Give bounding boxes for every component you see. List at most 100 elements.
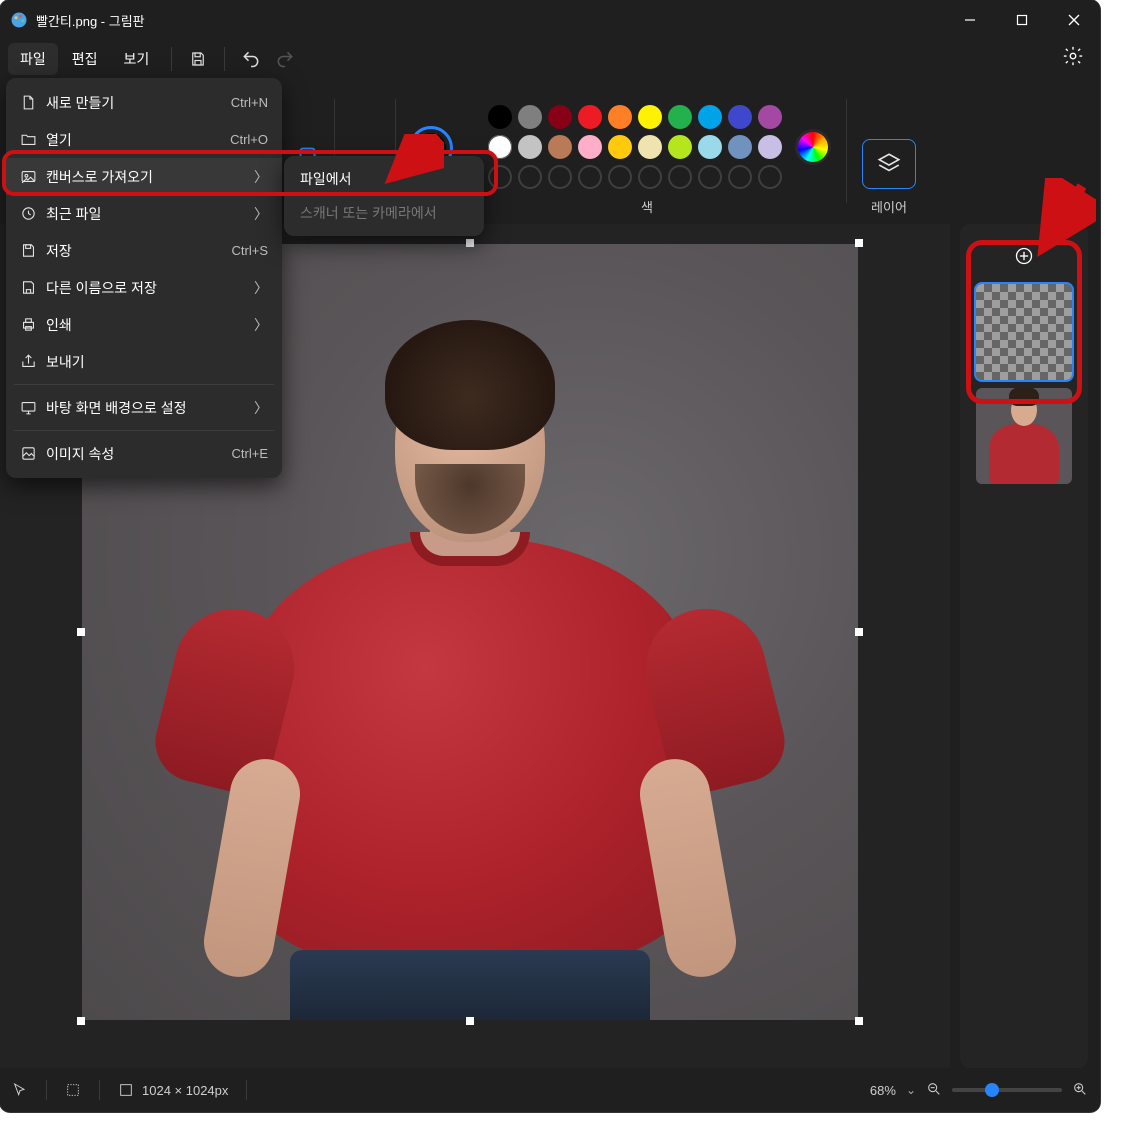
palette-swatch[interactable] bbox=[608, 135, 632, 159]
palette-empty-swatch[interactable] bbox=[728, 165, 752, 189]
zoom-out-button[interactable] bbox=[926, 1081, 942, 1100]
canvas-dimensions: 1024 × 1024px bbox=[118, 1082, 228, 1098]
redo-button[interactable] bbox=[269, 43, 301, 75]
menu-recent-label: 최근 파일 bbox=[46, 204, 254, 224]
palette-empty-swatch[interactable] bbox=[548, 165, 572, 189]
palette-swatch[interactable] bbox=[698, 135, 722, 159]
palette-swatch[interactable] bbox=[758, 135, 782, 159]
save-as-icon bbox=[20, 279, 46, 296]
palette-swatch[interactable] bbox=[758, 105, 782, 129]
settings-button[interactable] bbox=[1062, 45, 1084, 73]
palette-swatch[interactable] bbox=[668, 135, 692, 159]
resize-handle[interactable] bbox=[466, 239, 474, 247]
palette-empty-swatch[interactable] bbox=[638, 165, 662, 189]
close-button[interactable] bbox=[1048, 0, 1100, 40]
import-submenu: 파일에서 스캐너 또는 카메라에서 bbox=[284, 156, 484, 236]
menu-set-wallpaper[interactable]: 바탕 화면 배경으로 설정 〉 bbox=[6, 389, 282, 426]
palette-swatch[interactable] bbox=[728, 105, 752, 129]
submenu-from-scanner: 스캐너 또는 카메라에서 bbox=[284, 196, 484, 230]
layers-panel bbox=[960, 224, 1088, 1068]
undo-button[interactable] bbox=[235, 43, 267, 75]
colors-label: 색 bbox=[641, 197, 653, 216]
palette-empty-swatch[interactable] bbox=[518, 165, 542, 189]
layers-button[interactable] bbox=[862, 139, 916, 189]
palette-empty-swatch[interactable] bbox=[698, 165, 722, 189]
resize-handle[interactable] bbox=[77, 1017, 85, 1025]
palette-swatch[interactable] bbox=[638, 135, 662, 159]
window-title: 빨간티.png - 그림판 bbox=[36, 11, 145, 30]
palette-swatch[interactable] bbox=[518, 135, 542, 159]
separator bbox=[46, 1080, 47, 1100]
palette-empty-swatch[interactable] bbox=[758, 165, 782, 189]
menu-print[interactable]: 인쇄 〉 bbox=[6, 306, 282, 343]
layer-thumbnail-photo[interactable] bbox=[976, 388, 1072, 484]
zoom-value: 68% bbox=[870, 1083, 896, 1098]
menu-open[interactable]: 열기 Ctrl+O bbox=[6, 121, 282, 158]
resize-handle[interactable] bbox=[466, 1017, 474, 1025]
menu-recent-files[interactable]: 최근 파일 〉 bbox=[6, 195, 282, 232]
menu-save-label: 저장 bbox=[46, 241, 232, 261]
window-controls bbox=[944, 0, 1100, 40]
file-icon bbox=[20, 94, 46, 111]
palette-swatch[interactable] bbox=[548, 105, 572, 129]
palette-swatch[interactable] bbox=[488, 105, 512, 129]
palette-swatch[interactable] bbox=[578, 135, 602, 159]
app-window: 빨간티.png - 그림판 파일 편집 보기 bbox=[0, 0, 1100, 1112]
submenu-from-scanner-label: 스캐너 또는 카메라에서 bbox=[300, 203, 437, 223]
submenu-from-file[interactable]: 파일에서 bbox=[284, 162, 484, 196]
palette-swatch[interactable] bbox=[638, 105, 662, 129]
palette-swatch[interactable] bbox=[548, 135, 572, 159]
titlebar: 빨간티.png - 그림판 bbox=[0, 0, 1100, 40]
zoom-slider-thumb[interactable] bbox=[985, 1083, 999, 1097]
palette-swatch[interactable] bbox=[698, 105, 722, 129]
minimize-button[interactable] bbox=[944, 0, 996, 40]
save-quick-button[interactable] bbox=[182, 43, 214, 75]
menu-export-label: 보내기 bbox=[46, 352, 268, 372]
menu-view[interactable]: 보기 bbox=[112, 43, 162, 75]
palette-empty-swatch[interactable] bbox=[608, 165, 632, 189]
layer-thumbnail-transparent[interactable] bbox=[976, 284, 1072, 380]
menu-save[interactable]: 저장 Ctrl+S bbox=[6, 232, 282, 269]
desktop-icon bbox=[20, 399, 46, 416]
color-palette bbox=[488, 105, 782, 189]
menu-export[interactable]: 보내기 bbox=[6, 343, 282, 380]
palette-swatch[interactable] bbox=[488, 135, 512, 159]
menu-open-label: 열기 bbox=[46, 130, 230, 150]
palette-swatch[interactable] bbox=[578, 105, 602, 129]
palette-swatch[interactable] bbox=[668, 105, 692, 129]
palette-swatch[interactable] bbox=[518, 105, 542, 129]
palette-swatch[interactable] bbox=[608, 105, 632, 129]
menu-file[interactable]: 파일 bbox=[8, 43, 58, 75]
resize-handle[interactable] bbox=[855, 1017, 863, 1025]
maximize-button[interactable] bbox=[996, 0, 1048, 40]
folder-icon bbox=[20, 131, 46, 148]
chevron-right-icon: 〉 bbox=[254, 204, 268, 224]
color-picker-button[interactable] bbox=[798, 132, 828, 162]
palette-empty-swatch[interactable] bbox=[668, 165, 692, 189]
palette-swatch[interactable] bbox=[728, 135, 752, 159]
image-properties-icon bbox=[20, 445, 46, 462]
image-import-icon bbox=[20, 168, 46, 185]
menu-edit[interactable]: 편집 bbox=[60, 43, 110, 75]
menu-wallpaper-label: 바탕 화면 배경으로 설정 bbox=[46, 398, 254, 418]
resize-handle[interactable] bbox=[77, 628, 85, 636]
status-bar: 1024 × 1024px 68% ⌄ bbox=[0, 1068, 1100, 1112]
chevron-right-icon: 〉 bbox=[254, 167, 268, 187]
menu-import-to-canvas[interactable]: 캔버스로 가져오기 〉 bbox=[6, 158, 282, 195]
transparent-pattern bbox=[976, 284, 1072, 380]
menu-image-properties[interactable]: 이미지 속성 Ctrl+E bbox=[6, 435, 282, 472]
resize-handle[interactable] bbox=[855, 239, 863, 247]
menu-save-as[interactable]: 다른 이름으로 저장 〉 bbox=[6, 269, 282, 306]
zoom-in-button[interactable] bbox=[1072, 1081, 1088, 1100]
zoom-slider[interactable] bbox=[952, 1088, 1062, 1092]
menu-new-shortcut: Ctrl+N bbox=[231, 95, 268, 110]
add-layer-button[interactable] bbox=[960, 236, 1088, 276]
cursor-tool-indicator bbox=[12, 1082, 28, 1098]
palette-empty-swatch[interactable] bbox=[488, 165, 512, 189]
palette-empty-swatch[interactable] bbox=[578, 165, 602, 189]
menu-open-shortcut: Ctrl+O bbox=[230, 132, 268, 147]
resize-handle[interactable] bbox=[855, 628, 863, 636]
chevron-down-icon[interactable]: ⌄ bbox=[906, 1083, 916, 1097]
palette-section: 색 bbox=[466, 78, 828, 224]
menu-new[interactable]: 새로 만들기 Ctrl+N bbox=[6, 84, 282, 121]
